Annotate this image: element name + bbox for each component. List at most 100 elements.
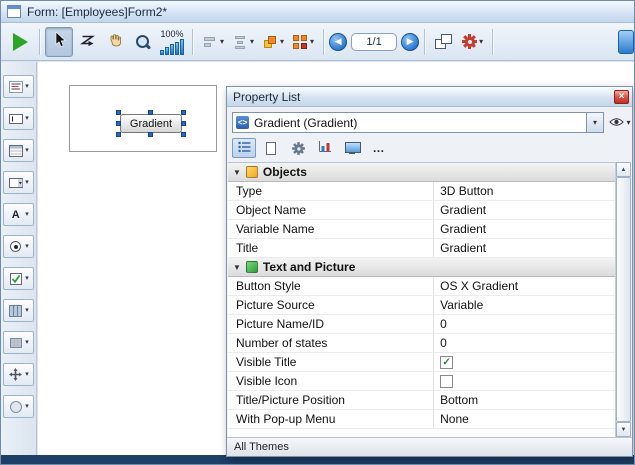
chevron-down-icon[interactable]: ▾ [25, 243, 29, 251]
chevron-down-icon[interactable]: ▾ [25, 83, 29, 91]
align-dropdown-button[interactable]: ▾ [198, 28, 228, 56]
theme-visibility-button[interactable]: ▾ [608, 112, 632, 133]
chevron-down-icon[interactable]: ▾ [25, 275, 29, 283]
selection-handle[interactable] [181, 121, 186, 126]
property-list-titlebar[interactable]: Property List × [227, 87, 632, 107]
page-indicator-field[interactable]: 1/1 [351, 33, 397, 51]
zoom-level-bars[interactable] [160, 39, 184, 55]
execute-form-button[interactable] [6, 27, 34, 57]
next-page-button[interactable]: ▶ [401, 33, 419, 51]
chevron-down-icon[interactable]: ▾ [25, 115, 29, 123]
clipped-toolbar-icon[interactable] [618, 30, 634, 54]
property-row-variable-name[interactable]: Variable Name Gradient [228, 220, 615, 239]
tool-oval[interactable]: ▾ [3, 395, 34, 418]
collapse-triangle-icon[interactable]: ▼ [233, 263, 241, 272]
window-titlebar[interactable]: Form: [Employees]Form2* [1, 1, 634, 23]
zoom-bar[interactable] [180, 39, 184, 55]
chevron-down-icon[interactable]: ▾ [25, 403, 29, 411]
level-dropdown-button[interactable]: ▾ [258, 28, 288, 56]
property-row-title[interactable]: Title Gradient [228, 239, 615, 258]
tab-more[interactable]: … [367, 138, 391, 158]
scroll-up-button[interactable]: ▲ [616, 162, 631, 177]
zoom-bar[interactable] [170, 44, 174, 55]
entry-order-tool-button[interactable] [73, 27, 101, 57]
combo-dropdown-button[interactable]: ▾ [586, 113, 603, 132]
selection-tool-button[interactable] [45, 27, 73, 57]
object-selector-combo[interactable]: <> Gradient (Gradient) ▾ [232, 112, 604, 133]
selection-handle[interactable] [148, 132, 153, 137]
collapse-triangle-icon[interactable]: ▼ [233, 168, 241, 177]
selection-handle[interactable] [181, 110, 186, 115]
zoom-bar[interactable] [165, 47, 169, 55]
chevron-down-icon[interactable]: ▾ [25, 179, 29, 187]
tool-rectangle[interactable]: ▾ [3, 331, 34, 354]
tab-all-properties[interactable] [232, 138, 256, 158]
property-row-type[interactable]: Type 3D Button [228, 182, 615, 201]
scroll-down-button[interactable]: ▼ [616, 422, 631, 437]
zoom-tool-button[interactable] [129, 27, 157, 57]
tool-input[interactable]: ▾ [3, 107, 34, 130]
zoom-bar[interactable] [160, 50, 164, 55]
tab-form[interactable] [259, 138, 283, 158]
property-row-picture-source[interactable]: Picture Source Variable [228, 296, 615, 315]
selection-handle[interactable] [116, 110, 121, 115]
themes-footer[interactable]: All Themes [227, 437, 632, 456]
chevron-down-icon[interactable]: ▾ [25, 371, 29, 379]
property-value[interactable]: 3D Button [433, 182, 615, 200]
tool-radio[interactable]: ▾ [3, 235, 34, 258]
tab-events[interactable] [313, 138, 337, 158]
property-row-button-style[interactable]: Button Style OS X Gradient [228, 277, 615, 296]
align-icon [202, 34, 218, 50]
property-row-picture-name-id[interactable]: Picture Name/ID 0 [228, 315, 615, 334]
selection-handle[interactable] [181, 132, 186, 137]
visible-title-checkbox[interactable]: ✓ [440, 356, 453, 369]
chevron-down-icon[interactable]: ▾ [25, 339, 29, 347]
distribute-dropdown-button[interactable]: ▾ [228, 28, 258, 56]
tool-button-grid[interactable]: ▾ [3, 299, 34, 322]
property-row-visible-icon[interactable]: Visible Icon [228, 372, 615, 391]
tool-combobox[interactable]: ▾ [3, 171, 34, 194]
tool-checkbox[interactable]: ▾ [3, 267, 34, 290]
chevron-down-icon[interactable]: ▾ [25, 147, 29, 155]
tool-listbox[interactable]: ▾ [3, 139, 34, 162]
selection-handle[interactable] [116, 121, 121, 126]
previous-page-button[interactable]: ◀ [329, 33, 347, 51]
property-row-visible-title[interactable]: Visible Title ✓ [228, 353, 615, 372]
property-value[interactable]: 0 [433, 315, 615, 333]
property-row-title-picture-position[interactable]: Title/Picture Position Bottom [228, 391, 615, 410]
zoom-display[interactable]: 100% [160, 29, 184, 55]
tool-splitter[interactable]: ▾ [3, 363, 34, 386]
section-header-objects[interactable]: ▼ Objects [228, 163, 615, 182]
tool-label[interactable]: A ▾ [3, 203, 34, 226]
scrollbar-thumb[interactable] [616, 177, 631, 422]
property-list-scrollbar[interactable]: ▲ ▼ [615, 162, 631, 437]
selected-object[interactable]: Gradient [116, 110, 186, 137]
form-settings-dropdown-button[interactable]: ▾ [458, 28, 487, 56]
property-value[interactable]: 0 [433, 334, 615, 352]
property-value[interactable]: OS X Gradient [433, 277, 615, 295]
tool-text[interactable]: ▾ [3, 75, 34, 98]
property-value[interactable]: Bottom [433, 391, 615, 409]
zoom-bar[interactable] [175, 42, 179, 55]
gradient-3d-button[interactable]: Gradient [120, 114, 182, 133]
selection-handle[interactable] [116, 132, 121, 137]
selection-handle[interactable] [148, 110, 153, 115]
visible-icon-checkbox[interactable] [440, 375, 453, 388]
property-value[interactable]: Gradient [433, 220, 615, 238]
section-header-text-and-picture[interactable]: ▼ Text and Picture [228, 258, 615, 277]
close-button[interactable]: × [614, 90, 629, 104]
tab-settings[interactable] [286, 138, 310, 158]
property-row-object-name[interactable]: Object Name Gradient [228, 201, 615, 220]
chevron-down-icon[interactable]: ▾ [25, 307, 29, 315]
property-value[interactable]: Gradient [433, 239, 615, 257]
duplicate-matrix-dropdown-button[interactable]: ▾ [288, 28, 318, 56]
tab-display[interactable] [340, 138, 364, 158]
pan-tool-button[interactable] [101, 27, 129, 57]
property-row-number-of-states[interactable]: Number of states 0 [228, 334, 615, 353]
property-value[interactable]: Gradient [433, 201, 615, 219]
property-row-with-popup-menu[interactable]: With Pop-up Menu None [228, 410, 615, 429]
chevron-down-icon[interactable]: ▾ [25, 211, 29, 219]
property-value[interactable]: Variable [433, 296, 615, 314]
display-pages-button[interactable] [430, 27, 458, 57]
property-value[interactable]: None [433, 410, 615, 428]
